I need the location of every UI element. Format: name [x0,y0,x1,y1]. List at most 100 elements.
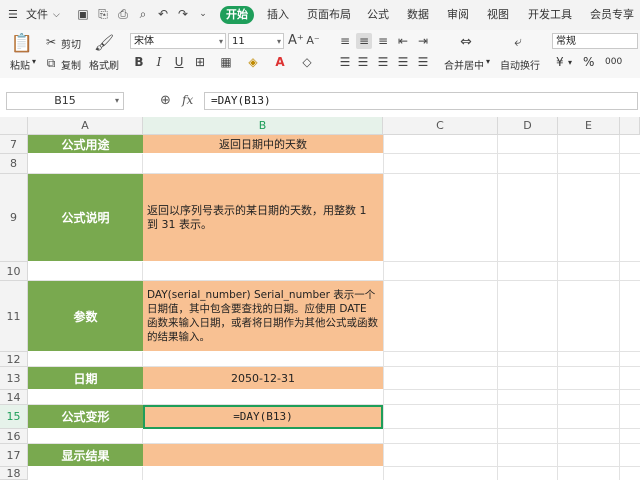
tab-review[interactable]: 审阅 [447,0,469,30]
row-header[interactable]: 16 [0,429,28,444]
currency-dropdown-icon[interactable]: ▾ [568,58,572,67]
tab-developer[interactable]: 开发工具 [528,0,572,30]
fx-button[interactable]: fx [182,93,193,107]
copy-button[interactable]: 复制 [61,57,81,72]
align-right-icon[interactable]: ☰ [376,54,390,70]
underline-icon[interactable]: U [172,54,186,70]
paste-icon[interactable]: 📋 [10,33,34,55]
font-color-icon[interactable]: A [273,54,287,70]
fill-pattern-icon[interactable]: ▦ [219,54,233,70]
scissors-icon[interactable]: ✂ [44,34,58,50]
clear-format-icon[interactable]: ◇ [300,54,314,70]
bold-icon[interactable]: B [132,54,146,70]
italic-icon[interactable]: I [152,54,166,70]
indent-increase-icon[interactable]: ⇥ [416,33,430,49]
name-box-value: B15 [54,94,76,107]
export-pdf-icon[interactable]: ⎘ [96,7,110,21]
print-icon[interactable]: ⎙ [116,7,130,21]
undo-icon[interactable]: ↶ [156,7,170,21]
column-header-c[interactable]: C [383,117,498,135]
chevron-down-icon[interactable]: ⌵ [53,0,60,30]
merge-center-button[interactable]: 合并居中 [444,57,484,72]
align-center-icon[interactable]: ☰ [356,54,370,70]
cell-a11[interactable]: 参数 [28,281,143,352]
save-icon[interactable]: ▣ [76,7,90,21]
paste-dropdown-icon[interactable]: ▾ [32,57,36,66]
font-size-select[interactable]: 11 ▾ [228,33,284,49]
column-header-d[interactable]: D [498,117,558,135]
name-box[interactable]: B15 ▾ [6,92,124,110]
column-header-b[interactable]: B [143,117,383,135]
font-grow-icon[interactable]: A⁺ [288,33,304,49]
merge-dropdown-icon[interactable]: ▾ [486,57,490,66]
column-header-f[interactable] [620,117,640,135]
column-header-a[interactable]: A [28,117,143,135]
align-left-icon[interactable]: ☰ [338,54,352,70]
merge-center-icon[interactable]: ⇔ [456,34,476,50]
font-size-value: 11 [232,36,245,47]
thousands-button[interactable]: 000 [605,57,622,67]
quick-access-more-icon[interactable]: ⌄ [196,7,210,21]
row-header[interactable]: 15 [0,405,28,429]
align-bottom-icon[interactable]: ≡ [376,33,390,49]
tab-data[interactable]: 数据 [407,0,429,30]
chevron-down-icon: ▾ [218,37,223,46]
cell-a17[interactable]: 显示结果 [28,444,143,467]
redo-icon[interactable]: ↷ [176,7,190,21]
cut-button[interactable]: 剪切 [61,36,81,51]
row-header[interactable]: 17 [0,444,28,467]
column-header-e[interactable]: E [558,117,620,135]
paste-button[interactable]: 粘贴 [10,57,30,72]
fill-color-icon[interactable]: ◈ [246,54,260,70]
cell-a9[interactable]: 公式说明 [28,174,143,262]
align-top-icon[interactable]: ≡ [338,33,352,49]
row-header[interactable]: 13 [0,367,28,390]
cell-b13[interactable]: 2050-12-31 [143,367,383,390]
row-header[interactable]: 18 [0,467,28,480]
row-header[interactable]: 9 [0,174,28,262]
border-icon[interactable]: ⊞ [193,54,207,70]
font-shrink-icon[interactable]: A⁻ [306,33,320,49]
row-header[interactable]: 10 [0,262,28,281]
cell-b17[interactable] [143,444,383,467]
menu-file[interactable]: 文件 [26,0,48,30]
cell-b9[interactable]: 返回以序列号表示的某日期的天数，用整数 1 到 31 表示。 [143,174,383,262]
tab-home[interactable]: 开始 [220,6,254,24]
row-header[interactable]: 14 [0,390,28,405]
number-format-select[interactable]: 常规 [552,33,638,49]
cell-a15[interactable]: 公式变形 [28,405,143,429]
row-header[interactable]: 11 [0,281,28,352]
tab-page-layout[interactable]: 页面布局 [307,0,351,30]
row-header[interactable]: 7 [0,135,28,154]
tab-view[interactable]: 视图 [487,0,509,30]
distributed-align-icon[interactable]: ☰ [416,54,430,70]
wrap-text-icon[interactable]: ⤶ [508,34,528,50]
indent-decrease-icon[interactable]: ⇤ [396,33,410,49]
print-preview-icon[interactable]: ⌕ [136,7,150,21]
row-header[interactable]: 8 [0,154,28,174]
select-all-corner[interactable] [0,117,28,135]
format-painter-icon[interactable]: 🖌 [94,33,114,53]
align-middle-icon[interactable]: ≡ [356,33,372,49]
wrap-text-button[interactable]: 自动换行 [500,57,540,72]
currency-button[interactable]: ¥ [556,55,564,69]
cell-a7[interactable]: 公式用途 [28,135,143,154]
selected-cell-outline [143,405,383,429]
tab-formulas[interactable]: 公式 [367,0,389,30]
cell-b11[interactable]: DAY(serial_number) Serial_number 表示一个日期值… [143,281,383,352]
font-name-select[interactable]: 宋体 ▾ [130,33,226,49]
tab-insert[interactable]: 插入 [267,0,289,30]
zoom-icon[interactable]: ⊕ [160,93,171,108]
row-header[interactable]: 12 [0,352,28,367]
tab-member[interactable]: 会员专享 [590,0,634,30]
formula-input[interactable]: =DAY(B13) [204,92,638,110]
ribbon: 📋 粘贴 ▾ ✂ 剪切 ⧉ 复制 🖌 格式刷 宋体 ▾ 11 ▾ A⁺ A⁻ B… [0,30,640,79]
format-painter-button[interactable]: 格式刷 [89,57,119,72]
copy-icon[interactable]: ⧉ [44,55,58,71]
percent-button[interactable]: % [583,55,594,69]
cell-b7[interactable]: 返回日期中的天数 [143,135,383,154]
menu-bar: ☰ 文件 ⌵ ▣ ⎘ ⎙ ⌕ ↶ ↷ ⌄ 开始 插入 页面布局 公式 数据 审阅… [0,0,640,30]
hamburger-icon[interactable]: ☰ [8,0,18,30]
cell-a13[interactable]: 日期 [28,367,143,390]
justify-icon[interactable]: ☰ [396,54,410,70]
